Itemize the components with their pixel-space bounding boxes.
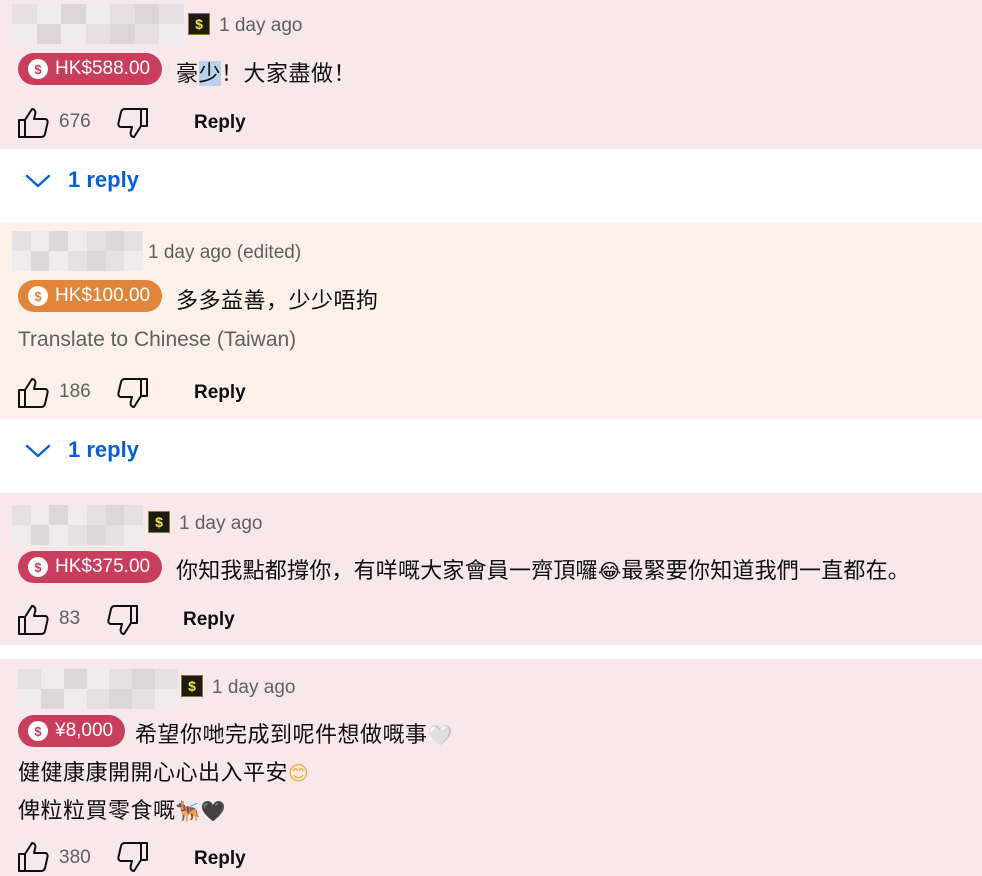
comment-text-part: 豪 xyxy=(176,61,199,86)
view-replies-button[interactable]: 1 reply xyxy=(0,419,982,493)
coin-icon: $ xyxy=(28,721,48,741)
reply-button[interactable]: Reply xyxy=(194,848,246,870)
redacted-username xyxy=(12,4,184,44)
comment-4: $ 1 day ago $ ¥8,000 希望你哋完成到呢件想做嘅事🤍 健健康康… xyxy=(0,659,982,876)
comment-text-line-3: 俾粒粒買零食嘅🐕‍🦺🖤 xyxy=(18,793,226,825)
redacted-username xyxy=(18,669,178,709)
redacted-username xyxy=(12,231,143,271)
comment-text-part: 健健康康開開心心出入平安 xyxy=(18,760,289,785)
like-icon[interactable] xyxy=(16,840,50,874)
like-count: 186 xyxy=(59,381,91,402)
comment-text-part: 希望你哋完成到呢件想做嘅事 xyxy=(135,722,428,747)
super-chat-amount: HK$588.00 xyxy=(55,58,151,79)
view-replies-button[interactable]: 1 reply xyxy=(0,149,982,223)
coin-icon: $ xyxy=(28,59,48,79)
redacted-username xyxy=(12,505,143,545)
super-chat-amount: ¥8,000 xyxy=(55,720,114,741)
divider xyxy=(0,645,982,659)
comment-text: 你知我點都撐你，有咩嘅大家會員一齊頂囉😂最緊要你知道我們一直都在。 xyxy=(176,553,910,585)
reply-button[interactable]: Reply xyxy=(194,112,246,134)
super-chat-badge: $ ¥8,000 xyxy=(18,715,126,747)
super-chat-badge: $ HK$100.00 xyxy=(18,280,163,312)
super-chat-badge: $ HK$375.00 xyxy=(18,551,163,583)
translate-link[interactable]: Translate to Chinese (Taiwan) xyxy=(18,328,296,352)
like-count: 676 xyxy=(59,111,91,132)
member-badge-icon: $ xyxy=(188,13,210,35)
super-chat-badge: $ HK$588.00 xyxy=(18,53,163,85)
view-replies-label[interactable]: 1 reply xyxy=(68,167,139,193)
super-chat-amount: HK$375.00 xyxy=(55,556,151,577)
comment-2: 1 day ago (edited) $ HK$100.00 多多益善，少少唔拘… xyxy=(0,223,982,419)
dislike-icon[interactable] xyxy=(116,840,150,874)
comment-text-line-2: 健健康康開開心心出入平安😊 xyxy=(18,755,309,787)
like-icon[interactable] xyxy=(16,106,50,140)
comment-text-highlight: 少 xyxy=(198,61,222,86)
chevron-down-icon xyxy=(25,174,51,188)
comment-text-part: 最緊要你知道我們一直都在。 xyxy=(621,558,910,583)
chevron-down-icon xyxy=(25,444,51,458)
like-icon[interactable] xyxy=(16,376,50,410)
white-heart-emoji-icon: 🤍 xyxy=(427,723,453,747)
dislike-icon[interactable] xyxy=(116,106,150,140)
comment-3: $ 1 day ago $ HK$375.00 你知我點都撐你，有咩嘅大家會員一… xyxy=(0,493,982,645)
coin-icon: $ xyxy=(28,286,48,306)
super-chat-amount: HK$100.00 xyxy=(55,285,151,306)
dog-heart-emoji-icon: 🐕‍🦺🖤 xyxy=(175,799,227,823)
laughing-emoji-icon: 😂 xyxy=(597,559,622,583)
comment-text-line-1: 希望你哋完成到呢件想做嘅事🤍 xyxy=(135,717,453,749)
comment-text: 豪少！大家盡做！ xyxy=(176,56,356,88)
like-count: 380 xyxy=(59,847,91,868)
like-count: 83 xyxy=(59,608,81,629)
comment-1: $ 1 day ago $ HK$588.00 豪少！大家盡做！ 676 Rep… xyxy=(0,0,982,149)
comment-text-part: 你知我點都撐你，有咩嘅大家會員一齊頂囉 xyxy=(176,558,598,583)
comment-timestamp[interactable]: 1 day ago (edited) xyxy=(148,242,301,264)
smiling-emoji-icon: 😊 xyxy=(288,761,310,785)
dislike-icon[interactable] xyxy=(116,376,150,410)
reply-button[interactable]: Reply xyxy=(194,382,246,404)
comment-timestamp[interactable]: 1 day ago xyxy=(179,513,262,535)
like-icon[interactable] xyxy=(16,603,50,637)
member-badge-icon: $ xyxy=(181,675,203,697)
comment-text-part: 俾粒粒買零食嘅 xyxy=(18,798,176,823)
view-replies-label[interactable]: 1 reply xyxy=(68,437,139,463)
comment-text-part: ！大家盡做！ xyxy=(221,61,357,86)
dislike-icon[interactable] xyxy=(106,603,140,637)
comment-text: 多多益善，少少唔拘 xyxy=(176,288,379,313)
comment-timestamp[interactable]: 1 day ago xyxy=(212,677,295,699)
member-badge-icon: $ xyxy=(148,511,170,533)
reply-button[interactable]: Reply xyxy=(183,609,235,631)
coin-icon: $ xyxy=(28,557,48,577)
comment-timestamp[interactable]: 1 day ago xyxy=(219,15,302,37)
